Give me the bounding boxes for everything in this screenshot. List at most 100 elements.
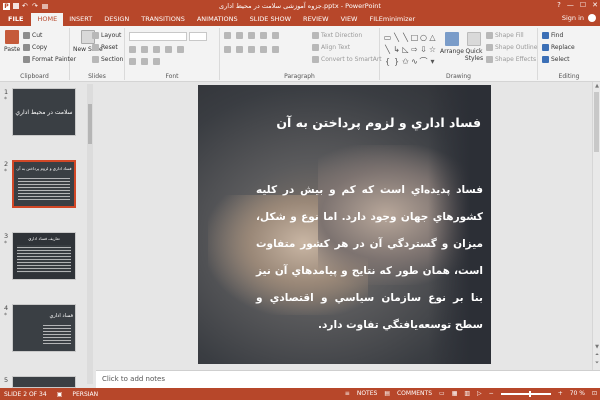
sign-in-link[interactable]: Sign in: [562, 14, 584, 22]
select-button[interactable]: Select: [542, 56, 570, 63]
slide-scrollbar-thumb[interactable]: [594, 92, 599, 152]
line-spacing-icon[interactable]: [272, 32, 279, 39]
shape-star-icon[interactable]: ☆: [428, 44, 437, 56]
comments-icon[interactable]: ▤: [384, 390, 390, 397]
maximize-button[interactable]: ☐: [580, 1, 586, 9]
slide-canvas[interactable]: فساد اداري و لزوم پرداختن به آن فساد پدي…: [198, 85, 491, 364]
notes-button[interactable]: NOTES: [357, 390, 377, 397]
zoom-level[interactable]: 70 %: [570, 390, 585, 397]
previous-slide-icon[interactable]: ⏶: [593, 352, 600, 358]
numbering-icon[interactable]: [236, 32, 243, 39]
bold-icon[interactable]: [129, 46, 136, 53]
zoom-in-icon[interactable]: +: [558, 390, 563, 397]
next-slide-icon[interactable]: ⏷: [593, 360, 600, 366]
font-name-input[interactable]: [129, 32, 187, 41]
tab-animations[interactable]: ANIMATIONS: [191, 12, 244, 26]
align-center-icon[interactable]: [236, 46, 243, 53]
slide-thumbnail-5[interactable]: [12, 376, 76, 388]
shape-line-icon[interactable]: ╲: [392, 32, 401, 44]
format-painter-button[interactable]: Format Painter: [23, 56, 76, 63]
thumbnail-scrollbar[interactable]: [87, 84, 93, 384]
scroll-up-icon[interactable]: ▲: [593, 83, 600, 89]
tab-slide-show[interactable]: SLIDE SHOW: [244, 12, 297, 26]
scroll-down-icon[interactable]: ▼: [593, 344, 600, 350]
fit-to-window-icon[interactable]: ⊡: [592, 390, 597, 397]
strikethrough-icon[interactable]: [165, 46, 172, 53]
shape-star2-icon[interactable]: ✩: [401, 56, 410, 68]
slide-thumbnail-3[interactable]: تعاریف فساد اداري: [12, 232, 76, 280]
tab-fileminimizer[interactable]: FILEminimizer: [363, 12, 421, 26]
slide-title[interactable]: فساد اداري و لزوم پرداختن به آن: [276, 115, 481, 130]
thumbnail-scrollbar-thumb[interactable]: [88, 104, 92, 144]
shape-fill-button[interactable]: Shape Fill: [486, 32, 524, 39]
italic-icon[interactable]: [141, 46, 148, 53]
shape-triangle-icon[interactable]: △: [428, 32, 437, 44]
columns-icon[interactable]: [272, 46, 279, 53]
arrange-button[interactable]: Arrange: [440, 32, 464, 55]
reading-view-icon[interactable]: ▥: [464, 390, 470, 397]
shape-brace-icon[interactable]: {: [383, 56, 392, 68]
sign-in-area[interactable]: Sign in: [562, 14, 596, 22]
font-size-input[interactable]: [189, 32, 207, 41]
text-direction-button[interactable]: Text Direction: [312, 32, 362, 39]
replace-button[interactable]: Replace: [542, 44, 575, 51]
slide-thumbnail-4[interactable]: فساد اداري: [12, 304, 76, 352]
clear-formatting-icon[interactable]: [153, 58, 160, 65]
shape-arrow2-icon[interactable]: ⇩: [419, 44, 428, 56]
tab-review[interactable]: REVIEW: [297, 12, 335, 26]
bullets-icon[interactable]: [224, 32, 231, 39]
notes-placeholder[interactable]: Click to add notes: [102, 375, 165, 383]
copy-button[interactable]: Copy: [23, 44, 47, 51]
spellcheck-icon[interactable]: ▣: [57, 391, 63, 398]
comments-button[interactable]: COMMENTS: [397, 390, 432, 397]
zoom-slider[interactable]: [500, 390, 551, 397]
slide-body-text[interactable]: فساد پديده‌اي است كه كم و بيش در كليه كش…: [256, 177, 483, 339]
shape-brace2-icon[interactable]: }: [392, 56, 401, 68]
font-color-icon[interactable]: [141, 58, 148, 65]
close-button[interactable]: ✕: [592, 1, 598, 9]
shape-oval-icon[interactable]: ○: [419, 32, 428, 44]
shape-more-icon[interactable]: ▾: [428, 56, 437, 68]
reset-button[interactable]: Reset: [92, 44, 118, 51]
slide-sorter-icon[interactable]: ▦: [452, 390, 458, 397]
shadow-icon[interactable]: [177, 46, 184, 53]
notes-icon[interactable]: ≡: [345, 390, 350, 397]
underline-icon[interactable]: [153, 46, 160, 53]
layout-button[interactable]: Layout: [92, 32, 121, 39]
increase-indent-icon[interactable]: [260, 32, 267, 39]
shapes-gallery[interactable]: ▭ ╲ ╲ □ ○ △ ╲ ↳ ◺ ⇨ ⇩ ☆ {} ✩ ∿ ⌒ ▾: [383, 32, 437, 68]
tab-view[interactable]: VIEW: [335, 12, 364, 26]
slide-thumbnail-1[interactable]: سلامت در محيط اداري: [12, 88, 76, 136]
shape-textbox-icon[interactable]: ▭: [383, 32, 392, 44]
find-button[interactable]: Find: [542, 32, 563, 39]
shape-outline-button[interactable]: Shape Outline: [486, 44, 537, 51]
slideshow-view-icon[interactable]: ▷: [477, 390, 482, 397]
shape-line3-icon[interactable]: ╲: [383, 44, 392, 56]
quick-styles-button[interactable]: Quick Styles: [462, 32, 486, 62]
align-text-button[interactable]: Align Text: [312, 44, 350, 51]
section-button[interactable]: Section: [92, 56, 123, 63]
slide-scrollbar[interactable]: ▲ ▼ ⏶ ⏷: [592, 82, 600, 370]
cut-button[interactable]: Cut: [23, 32, 42, 39]
align-right-icon[interactable]: [248, 46, 255, 53]
shape-rect-icon[interactable]: □: [410, 32, 419, 44]
shape-effects-button[interactable]: Shape Effects: [486, 56, 536, 63]
shape-curve-icon[interactable]: ∿: [410, 56, 419, 68]
align-left-icon[interactable]: [224, 46, 231, 53]
tab-file[interactable]: FILE: [0, 12, 32, 26]
shape-elbow-icon[interactable]: ↳: [392, 44, 401, 56]
decrease-indent-icon[interactable]: [248, 32, 255, 39]
shape-rtriangle-icon[interactable]: ◺: [401, 44, 410, 56]
justify-icon[interactable]: [260, 46, 267, 53]
language-indicator[interactable]: PERSIAN: [72, 391, 98, 398]
zoom-slider-handle[interactable]: [528, 390, 531, 397]
tab-home[interactable]: HOME: [31, 13, 64, 26]
shape-curve2-icon[interactable]: ⌒: [419, 56, 428, 68]
normal-view-icon[interactable]: ▭: [439, 390, 445, 397]
tab-insert[interactable]: INSERT: [63, 12, 98, 26]
paste-button[interactable]: Paste: [4, 30, 20, 53]
tab-design[interactable]: DESIGN: [98, 12, 135, 26]
zoom-out-icon[interactable]: −: [489, 390, 494, 397]
tab-transitions[interactable]: TRANSITIONS: [135, 12, 191, 26]
minimize-button[interactable]: —: [567, 1, 574, 9]
